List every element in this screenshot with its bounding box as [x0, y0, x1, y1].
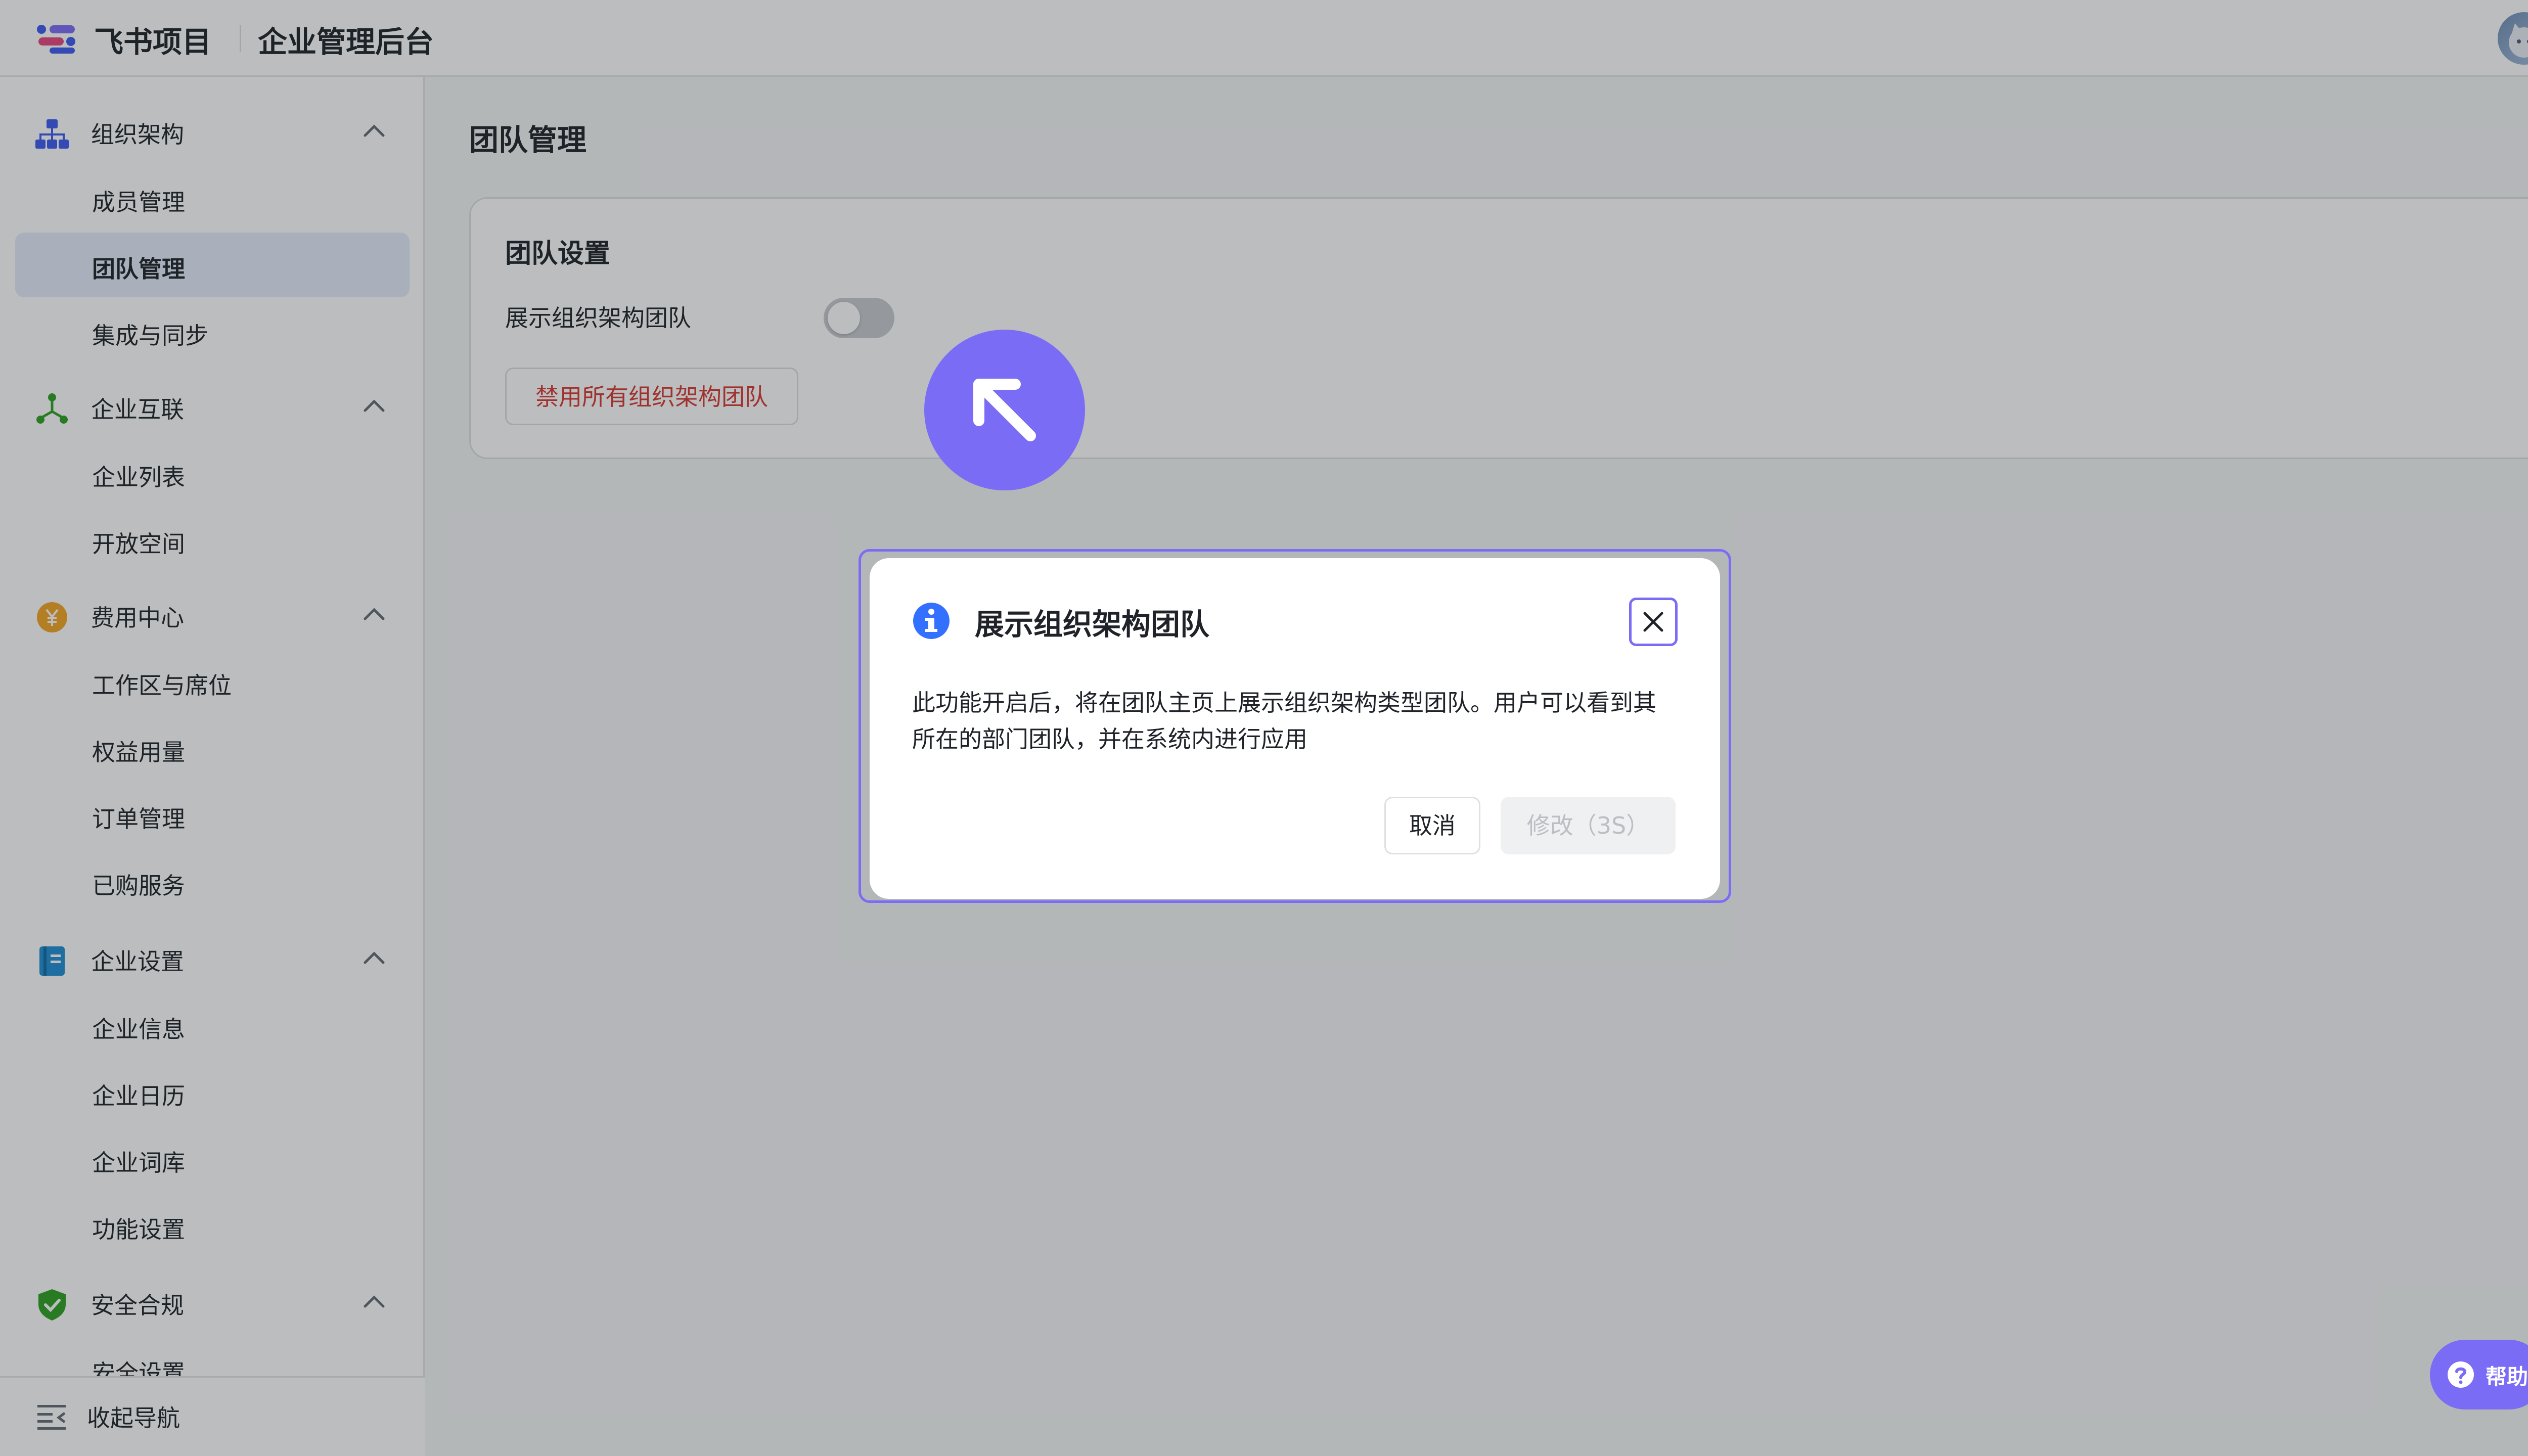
arrow-up-left-icon [973, 379, 1036, 441]
dialog-title: 展示组织架构团队 [975, 607, 1210, 642]
info-icon [913, 603, 950, 639]
close-icon [1643, 612, 1663, 632]
cancel-button[interactable]: 取消 [1384, 797, 1480, 854]
app: 飞书项目 企业管理后台 组织架构 成员管理 团队管理 集成与同步 企业互联 企业… [0, 0, 2528, 1456]
dialog-close-button[interactable] [1629, 598, 1678, 646]
confirm-modify-button[interactable]: 修改（3S） [1501, 797, 1676, 854]
confirm-dialog: 展示组织架构团队 此功能开启后，将在团队主页上展示组织架构类型团队。用户可以看到… [870, 558, 1720, 899]
question-icon [2448, 1361, 2474, 1388]
help-button[interactable]: 帮助 [2430, 1340, 2528, 1409]
dialog-body: 此功能开启后，将在团队主页上展示组织架构类型团队。用户可以看到其所在的部门团队，… [912, 689, 1656, 753]
help-label: 帮助 [2486, 1364, 2528, 1389]
cursor-indicator [924, 330, 1085, 490]
